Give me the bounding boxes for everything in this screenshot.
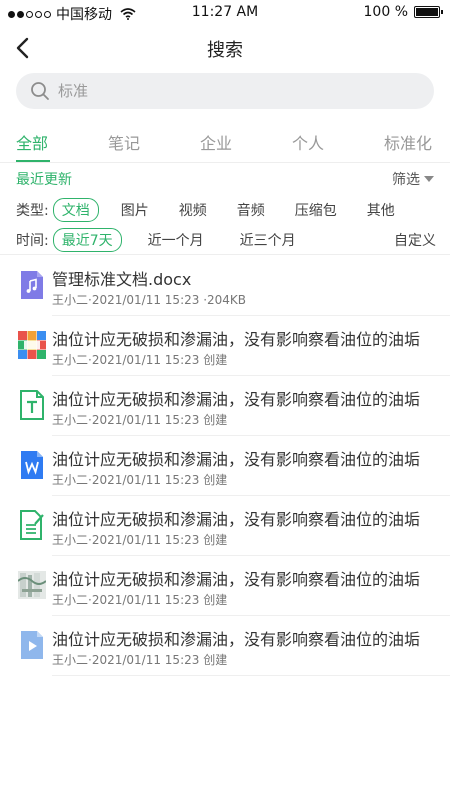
item-meta: 王小二·2021/01/11 15:23 创建 [52,533,228,547]
tab-notes[interactable]: 笔记 [108,130,140,154]
battery-percent: 100 % [363,4,408,20]
list-item[interactable]: 油位计应无破损和渗漏油，没有影响察看油位的油垢 王小二·2021/01/11 1… [0,556,450,616]
category-tabs: 全部 笔记 企业 个人 标准化 [0,130,450,162]
tab-personal[interactable]: 个人 [292,130,324,154]
filter-button[interactable]: 筛选 [392,169,434,189]
type-chip-other[interactable]: 其他 [359,199,403,221]
type-filter-label: 类型: [16,203,49,219]
note-file-icon [20,510,44,540]
status-bar: 中国移动 11:27 AM 100 % [0,0,450,26]
battery-icon [414,6,443,18]
item-title: 油位计应无破损和渗漏油，没有影响察看油位的油垢 [52,450,421,469]
video-file-icon [21,631,43,659]
nav-bar: 搜索 [0,26,450,70]
image-thumbnail-icon [18,571,46,599]
time-chip-last-month[interactable]: 近一个月 [140,229,212,251]
tab-enterprise[interactable]: 企业 [200,130,232,154]
time-chip-last-three-months[interactable]: 近三个月 [232,229,304,251]
time-filter-label: 时间: [16,233,49,249]
item-meta: 王小二·2021/01/11 15:23 创建 [52,413,228,427]
type-chip-document[interactable]: 文档 [52,198,99,222]
time-chip-custom[interactable]: 自定义 [394,230,436,250]
item-title: 管理标准文档.docx [52,270,192,289]
item-meta: 王小二·2021/01/11 15:23 创建 [52,593,228,607]
word-file-icon [21,451,43,479]
text-file-icon [20,390,44,420]
item-meta: 王小二·2021/01/11 15:23 创建 [52,353,228,367]
type-chip-archive[interactable]: 压缩包 [287,199,345,221]
item-title: 油位计应无破损和渗漏油，没有影响察看油位的油垢 [52,510,421,529]
list-item[interactable]: 油位计应无破损和渗漏油，没有影响察看油位的油垢 王小二·2021/01/11 1… [0,436,450,496]
tab-standardization[interactable]: 标准化 [384,130,432,154]
time-filter-row: 时间: 最近7天 近一个月 近三个月 自定义 [16,228,436,252]
slides-file-icon [18,331,46,359]
list-item[interactable]: 油位计应无破损和渗漏油，没有影响察看油位的油垢 王小二·2021/01/11 1… [0,496,450,556]
type-chip-image[interactable]: 图片 [113,199,157,221]
item-meta: 王小二·2021/01/11 15:23 创建 [52,653,228,667]
time-chip-last-7-days[interactable]: 最近7天 [52,228,122,252]
list-item[interactable]: 油位计应无破损和渗漏油，没有影响察看油位的油垢 王小二·2021/01/11 1… [0,376,450,436]
search-bar[interactable] [16,73,434,109]
list-item[interactable]: 管理标准文档.docx 王小二·2021/01/11 15:23 ·204KB [0,256,450,316]
item-title: 油位计应无破损和渗漏油，没有影响察看油位的油垢 [52,390,421,409]
item-meta: 王小二·2021/01/11 15:23 创建 [52,473,228,487]
item-meta: 王小二·2021/01/11 15:23 ·204KB [52,293,247,307]
list-item[interactable]: 油位计应无破损和渗漏油，没有影响察看油位的油垢 王小二·2021/01/11 1… [0,316,450,376]
search-icon [31,82,49,100]
tab-all[interactable]: 全部 [16,130,48,154]
type-chip-audio[interactable]: 音频 [229,199,273,221]
page-title: 搜索 [207,40,243,61]
search-input[interactable] [58,82,398,100]
status-right: 100 % [363,4,443,20]
type-filter-row: 类型: 文档 图片 视频 音频 压缩包 其他 [16,198,436,222]
filter-label: 筛选 [392,172,420,188]
item-title: 油位计应无破损和渗漏油，没有影响察看油位的油垢 [52,330,421,349]
item-title: 油位计应无破损和渗漏油，没有影响察看油位的油垢 [52,570,421,589]
type-chip-video[interactable]: 视频 [171,199,215,221]
list-item[interactable]: 油位计应无破损和渗漏油，没有影响察看油位的油垢 王小二·2021/01/11 1… [0,616,450,676]
filter-divider [0,254,450,255]
item-title: 油位计应无破损和渗漏油，没有影响察看油位的油垢 [52,630,421,649]
recent-updates-label: 最近更新 [16,172,72,188]
tabs-divider [0,162,450,163]
triangle-down-icon [424,176,434,182]
audio-file-icon [21,271,43,299]
